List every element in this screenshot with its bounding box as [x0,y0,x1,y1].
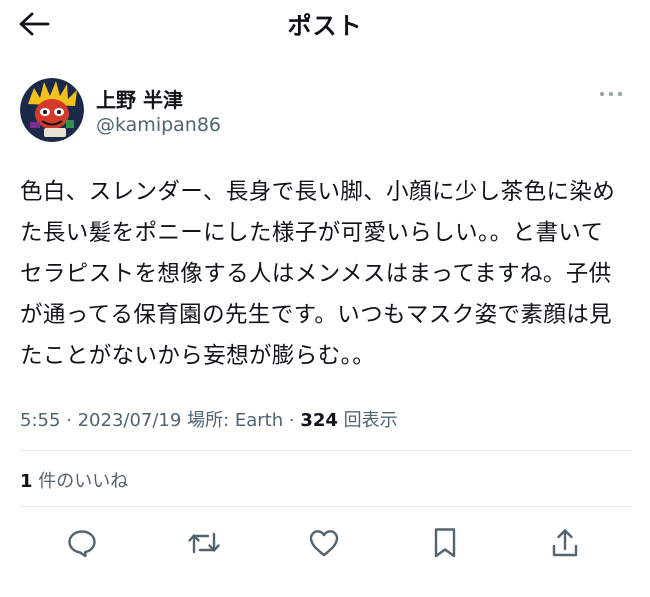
views-count: 324 [300,410,338,431]
meta-separator: · [283,410,301,431]
post-date[interactable]: 2023/07/19 [78,410,182,431]
page-title: ポスト [287,12,363,40]
divider [20,450,632,451]
reply-icon [68,530,96,558]
post-text-line: セラピストを想像する人はメンメスはまってますね。子供 [20,261,612,287]
divider [20,506,632,507]
post-text-line: 色白、スレンダー、長身で長い脚、小顔に少し茶色に染め [20,179,616,205]
bookmark-icon [434,528,456,558]
likes-summary[interactable]: 1 件のいいね [20,467,128,493]
display-name[interactable]: 上野 半津 [96,84,183,113]
post-meta: 5:55 · 2023/07/19 場所: Earth · 324 回表示 [20,406,398,432]
like-button[interactable] [301,520,347,566]
post-author: 上野 半津 @kamipan86 [20,78,632,144]
avatar[interactable] [20,78,84,142]
more-horizontal-icon [599,91,623,97]
top-bar: ポスト [0,0,650,48]
post-time[interactable]: 5:55 [20,410,60,431]
post-text-line: た長い髪をポニーにした様子が可愛いらしい。。と書いて [20,220,604,246]
repost-button[interactable] [181,520,227,566]
like-icon [309,530,339,557]
views-label: 回表示 [337,410,398,431]
repost-icon [188,532,220,554]
location-label: 場所: [187,410,235,431]
post-text: 色白、スレンダー、長身で長い脚、小顔に少し茶色に染め た長い髪をポニーにした様子… [20,172,632,377]
more-options-button[interactable] [596,84,626,104]
post-text-line: たことがないから妄想が膨らむ。。 [20,343,376,369]
reply-button[interactable] [59,520,105,566]
post-text-line: が通ってる保育園の先生です。いつもマスク姿で素顔は見 [20,302,613,328]
avatar-image [20,78,84,142]
share-button[interactable] [542,520,588,566]
user-handle[interactable]: @kamipan86 [96,114,221,136]
bookmark-button[interactable] [422,520,468,566]
share-icon [552,529,578,557]
likes-count: 1 [20,471,33,492]
action-bar [0,520,650,566]
meta-separator: · [60,410,78,431]
likes-label: 件のいいね [32,471,129,492]
location-value: Earth [234,410,284,431]
